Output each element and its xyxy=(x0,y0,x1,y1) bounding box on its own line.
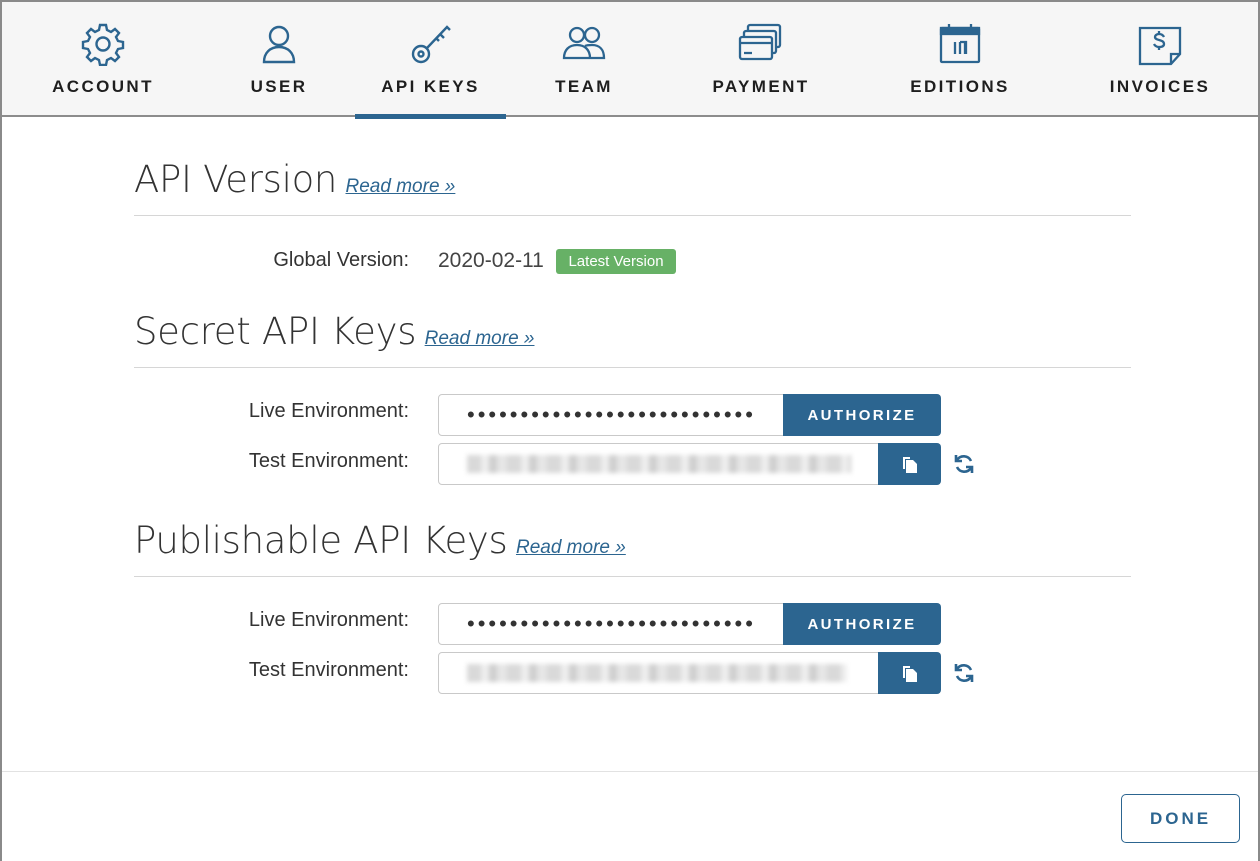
publishable-test-key-field[interactable] xyxy=(438,652,880,694)
calendar-icon xyxy=(936,22,984,66)
done-button[interactable]: DONE xyxy=(1121,794,1240,843)
global-version-value: 2020-02-11 xyxy=(438,249,544,272)
tab-account-label: ACCOUNT xyxy=(52,77,154,96)
key-icon xyxy=(407,22,455,66)
secret-live-key-masked: ••••••••••••••••••••••••••• xyxy=(467,402,756,427)
secret-live-authorize-button[interactable]: AUTHORIZE xyxy=(783,394,941,436)
publishable-test-copy-button[interactable] xyxy=(878,652,941,694)
global-version-label: Global Version: xyxy=(273,249,409,271)
tab-invoices[interactable]: INVOICES xyxy=(1108,2,1212,117)
publishable-keys-title: Publishable API Keys xyxy=(134,519,508,562)
api-version-read-more-link[interactable]: Read more » xyxy=(346,176,456,197)
tab-account[interactable]: ACCOUNT xyxy=(50,2,156,117)
tab-invoices-label: INVOICES xyxy=(1109,77,1211,96)
api-version-title: API Version xyxy=(134,158,338,201)
publishable-test-label: Test Environment: xyxy=(248,659,409,681)
publishable-live-label: Live Environment: xyxy=(248,609,409,631)
api-version-header: API Version Read more » xyxy=(134,158,1131,216)
tab-payment[interactable]: PAYMENT xyxy=(710,2,812,117)
copy-icon xyxy=(902,666,917,682)
publishable-live-key-masked: ••••••••••••••••••••••••••• xyxy=(467,611,756,636)
tab-api-keys-label: API KEYS xyxy=(381,77,480,96)
publishable-keys-read-more-link[interactable]: Read more » xyxy=(516,537,626,558)
team-icon xyxy=(560,22,608,66)
user-icon xyxy=(255,22,303,66)
publishable-live-authorize-button[interactable]: AUTHORIZE xyxy=(783,603,941,645)
publishable-test-key-redacted xyxy=(467,664,847,682)
secret-keys-header: Secret API Keys Read more » xyxy=(134,310,1131,368)
invoice-icon xyxy=(1136,22,1184,66)
copy-icon xyxy=(902,457,917,473)
secret-keys-title: Secret API Keys xyxy=(134,310,417,353)
secret-test-copy-button[interactable] xyxy=(878,443,941,485)
tab-editions-label: EDITIONS xyxy=(910,77,1010,96)
secret-live-label: Live Environment: xyxy=(248,400,409,422)
gear-icon xyxy=(79,22,127,66)
secret-test-regenerate-icon[interactable] xyxy=(953,453,975,475)
secret-keys-read-more-link[interactable]: Read more » xyxy=(425,328,535,349)
publishable-live-key-field[interactable]: ••••••••••••••••••••••••••• xyxy=(438,603,784,645)
tab-payment-label: PAYMENT xyxy=(712,77,810,96)
tab-team[interactable]: TEAM xyxy=(552,2,616,117)
publishable-keys-header: Publishable API Keys Read more » xyxy=(134,519,1131,577)
tab-user-label: USER xyxy=(250,77,308,96)
secret-test-key-field[interactable] xyxy=(438,443,880,485)
tab-api-keys[interactable]: API KEYS xyxy=(355,2,506,119)
credit-cards-icon xyxy=(737,22,785,66)
secret-test-key-redacted xyxy=(467,455,851,473)
settings-tab-bar: ACCOUNT USER API KEYS TEAM PAYMENT EDITI… xyxy=(2,2,1258,119)
tab-user[interactable]: USER xyxy=(248,2,310,117)
secret-live-key-field[interactable]: ••••••••••••••••••••••••••• xyxy=(438,394,784,436)
settings-dialog: ACCOUNT USER API KEYS TEAM PAYMENT EDITI… xyxy=(0,0,1260,861)
secret-test-label: Test Environment: xyxy=(248,450,409,472)
publishable-test-regenerate-icon[interactable] xyxy=(953,662,975,684)
latest-version-badge: Latest Version xyxy=(556,249,676,274)
tab-editions[interactable]: EDITIONS xyxy=(907,2,1013,117)
tab-team-label: TEAM xyxy=(555,77,613,96)
footer-divider xyxy=(2,771,1258,772)
